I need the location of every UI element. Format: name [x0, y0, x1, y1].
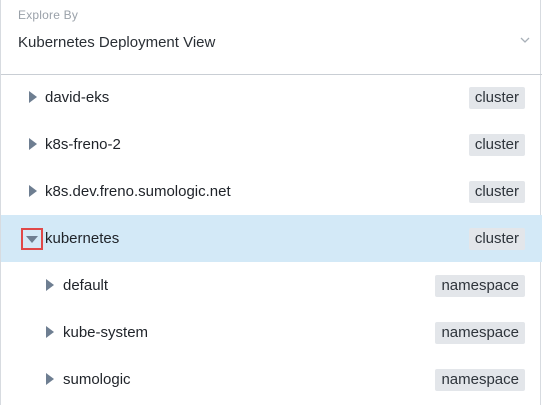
type-badge: cluster: [468, 181, 525, 203]
chevron-down-icon[interactable]: [519, 34, 531, 46]
tree-row[interactable]: default namespace: [1, 262, 542, 309]
explore-by-label: Explore By: [18, 8, 79, 22]
expand-caret-icon[interactable]: [26, 137, 40, 151]
tree-row-name: k8s-freno-2: [45, 136, 121, 153]
tree-row-name: default: [63, 277, 109, 294]
view-select-value[interactable]: Kubernetes Deployment View: [18, 34, 215, 51]
tree-row-selected[interactable]: kubernetes cluster: [1, 215, 542, 262]
tree-row-name: david-eks: [45, 89, 110, 106]
type-badge: cluster: [468, 134, 525, 156]
tree-row-name: kubernetes: [45, 230, 120, 247]
explorer-panel: Explore By Kubernetes Deployment View da…: [0, 0, 542, 405]
type-badge: namespace: [435, 322, 525, 344]
tree-row-name: sumologic: [63, 371, 131, 388]
tree-row-name: kube-system: [63, 324, 149, 341]
tree-row-name: k8s.dev.freno.sumologic.net: [45, 183, 231, 200]
type-badge: namespace: [435, 369, 525, 391]
type-badge: namespace: [435, 275, 525, 297]
expand-caret-icon[interactable]: [26, 184, 40, 198]
expand-caret-icon[interactable]: [26, 90, 40, 104]
tree-row[interactable]: k8s.dev.freno.sumologic.net cluster: [1, 168, 542, 215]
expand-caret-icon[interactable]: [43, 278, 57, 292]
collapse-toggle-highlight[interactable]: [21, 228, 43, 250]
tree-row[interactable]: k8s-freno-2 cluster: [1, 121, 542, 168]
tree-row[interactable]: kube-system namespace: [1, 309, 542, 356]
collapse-caret-icon[interactable]: [25, 232, 39, 246]
tree-row[interactable]: david-eks cluster: [1, 74, 542, 121]
tree-row[interactable]: sumologic namespace: [1, 356, 542, 403]
expand-caret-icon[interactable]: [43, 372, 57, 386]
explore-by-selector[interactable]: Explore By Kubernetes Deployment View: [1, 0, 542, 75]
type-badge: cluster: [468, 87, 525, 109]
deployment-tree: david-eks cluster k8s-freno-2 cluster k8…: [1, 74, 542, 403]
type-badge: cluster: [468, 228, 525, 250]
expand-caret-icon[interactable]: [43, 325, 57, 339]
